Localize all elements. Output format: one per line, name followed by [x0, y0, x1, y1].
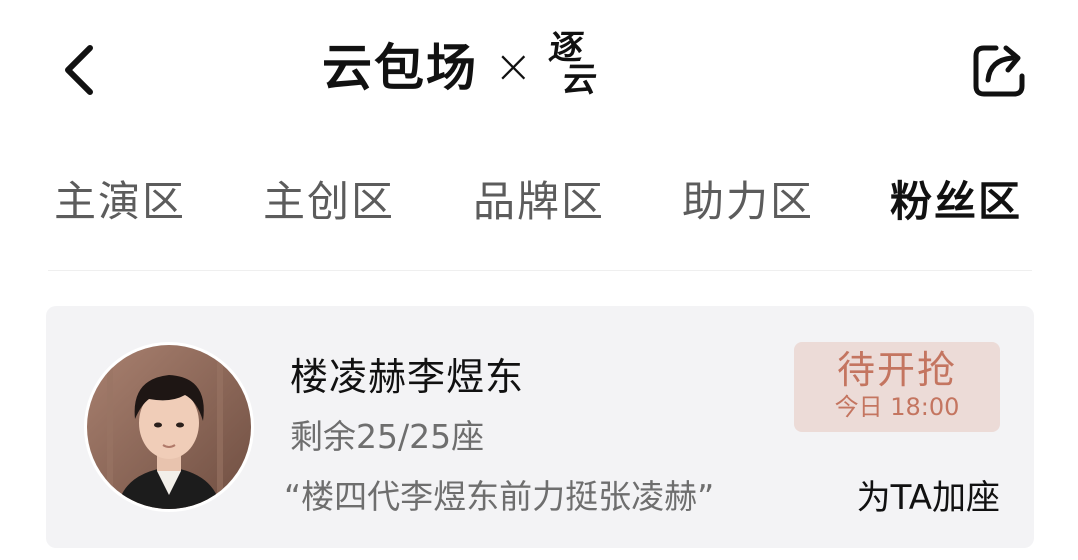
tabs-divider: [48, 270, 1032, 271]
logo-yunbaochang: 云包场: [322, 39, 478, 97]
status-label: 待开抢: [836, 348, 957, 392]
seat-card: 楼凌赫李煜东 剩余25/25座 “楼四代李煜东前力挺张凌赫” 待开抢 今日 18…: [46, 306, 1034, 548]
add-seat-link[interactable]: 为TA加座: [857, 470, 1000, 519]
seats-remaining: 剩余25/25座: [290, 417, 485, 456]
avatar: [84, 342, 254, 512]
group-name: 楼凌赫李煜东: [290, 355, 525, 399]
header-bar: 云包场 × 逐 云: [0, 0, 1078, 140]
logo-zhuyun: 逐 云: [542, 27, 603, 100]
brand-logo: 云包场 × 逐 云: [322, 14, 599, 114]
tab-brand[interactable]: 品牌区: [473, 170, 605, 234]
grab-status-button[interactable]: 待开抢 今日 18:00: [794, 342, 1000, 432]
logo-zhuyun-top: 逐: [546, 27, 586, 68]
chevron-left-icon: [65, 45, 93, 95]
tab-lead-actor[interactable]: 主演区: [54, 170, 186, 234]
avatar-portrait: [87, 345, 251, 509]
status-time: 今日 18:00: [834, 393, 960, 421]
zone-tabs: 主演区 主创区 品牌区 助力区 粉丝区: [0, 170, 1078, 234]
logo-cross: ×: [494, 39, 533, 93]
tab-fans[interactable]: 粉丝区: [890, 170, 1022, 234]
back-button[interactable]: [52, 38, 108, 102]
share-button[interactable]: [966, 36, 1034, 104]
tab-support[interactable]: 助力区: [682, 170, 814, 234]
share-icon: [973, 45, 1025, 97]
tab-creators[interactable]: 主创区: [263, 170, 395, 234]
slogan-text: “楼四代李煜东前力挺张凌赫”: [284, 477, 715, 516]
logo-zhuyun-bottom: 云: [559, 60, 600, 100]
